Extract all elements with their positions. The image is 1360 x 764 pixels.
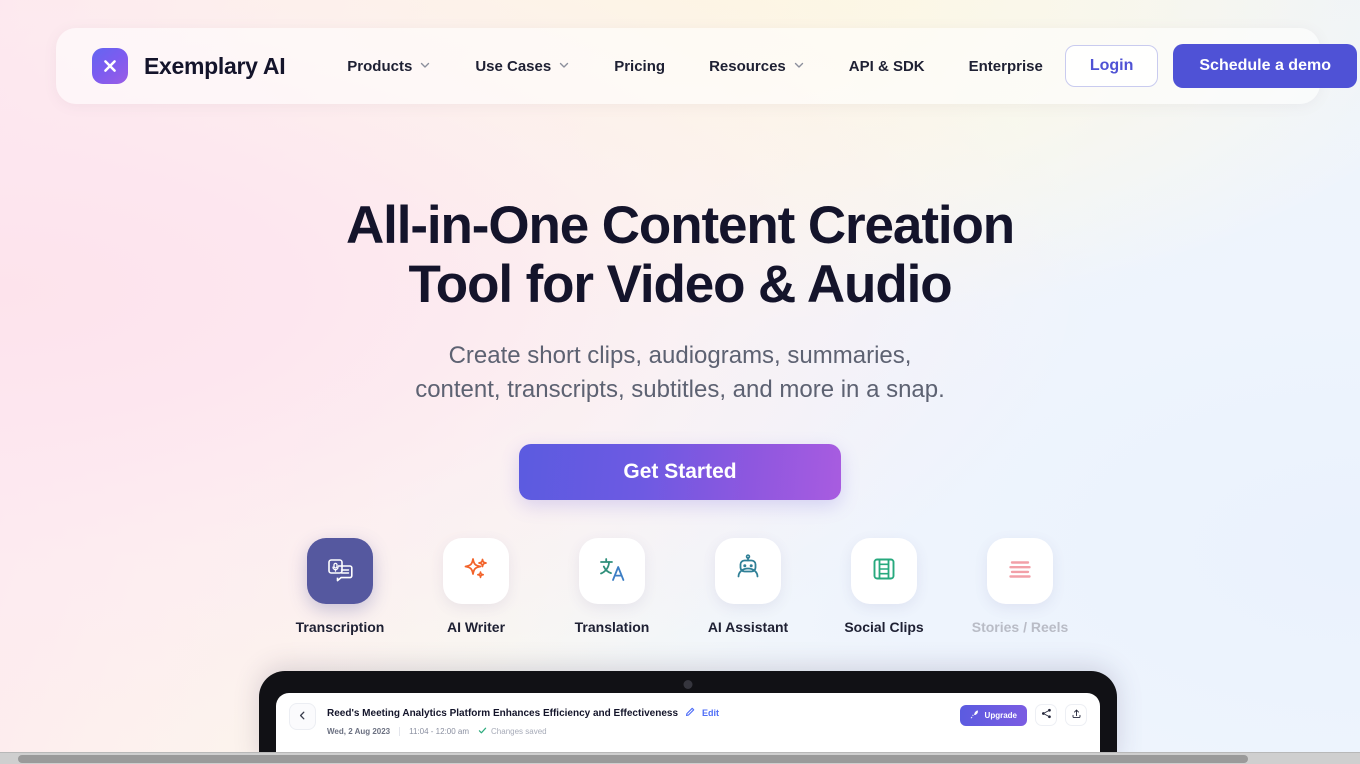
feature-item-stories-reels[interactable]: Stories / Reels [972,538,1068,635]
film-strip-icon [868,553,900,590]
document-title-row: Reed's Meeting Analytics Platform Enhanc… [327,704,949,722]
check-icon [478,726,487,737]
nav-item-label: API & SDK [848,57,925,75]
feature-label: Translation [574,619,650,635]
upload-button[interactable] [1065,704,1087,726]
nav-item-label: Resources [709,57,786,75]
share-icon [1041,706,1052,724]
feature-tile [307,538,373,604]
nav-item-products[interactable]: Products [325,58,453,75]
nav-actions: Login Schedule a demo [1064,44,1357,88]
hero-subtitle-line-2: content, transcripts, subtitles, and mor… [415,376,945,403]
chevron-down-icon [558,58,570,75]
nav-item-label: Enterprise [968,57,1043,75]
nav-item-enterprise[interactable]: Enterprise [947,58,1065,75]
feature-item-ai-writer[interactable]: AI Writer [442,538,510,635]
translate-icon [596,553,628,590]
document-subinfo: Wed, 2 Aug 2023 11:04 - 12:00 am Changes… [327,726,949,737]
nav-item-resources[interactable]: Resources [687,58,827,75]
divider [399,727,401,736]
hero-subtitle: Create short clips, audiograms, summarie… [0,339,1360,407]
hero-subtitle-line-1: Create short clips, audiograms, summarie… [448,342,912,369]
feature-tile [579,538,645,604]
landing-page: Exemplary AI Products Use Cases Pricing … [0,0,1360,764]
horizontal-scrollbar[interactable] [0,752,1360,764]
document-meta: Reed's Meeting Analytics Platform Enhanc… [327,703,949,737]
feature-item-transcription[interactable]: Transcription [296,538,384,635]
back-button[interactable] [289,703,316,730]
feature-tile [851,538,917,604]
chevron-down-icon [793,58,805,75]
get-started-button[interactable]: Get Started [519,444,841,500]
nav-item-label: Pricing [614,57,666,75]
feature-label: Transcription [295,619,385,635]
document-date: Wed, 2 Aug 2023 [327,727,391,736]
chevron-down-icon [419,58,431,75]
transcription-icon [324,553,356,590]
save-status-label: Changes saved [491,727,547,736]
nav-item-pricing[interactable]: Pricing [592,58,687,75]
document-title: Reed's Meeting Analytics Platform Enhanc… [327,707,679,719]
feature-item-translation[interactable]: Translation [575,538,649,635]
robot-icon [732,553,764,590]
page-title: All-in-One Content Creation Tool for Vid… [0,196,1360,314]
document-time-range: 11:04 - 12:00 am [409,727,470,736]
pencil-icon [685,704,695,722]
nav-item-label: Products [347,57,413,75]
x-logo-icon [92,48,128,84]
webcam-dot-icon [683,680,693,689]
feature-tile [715,538,781,604]
document-header: Reed's Meeting Analytics Platform Enhanc… [276,693,1100,737]
top-navigation-bar: Exemplary AI Products Use Cases Pricing … [56,28,1357,104]
feature-label: AI Assistant [707,619,789,635]
chevron-left-icon [297,708,308,726]
rocket-icon [970,709,980,721]
upgrade-button[interactable]: Upgrade [959,704,1027,726]
page-title-line-1: All-in-One Content Creation [345,196,1015,255]
feature-tile [987,538,1053,604]
page-title-line-2: Tool for Video & Audio [408,255,952,314]
feature-tile [443,538,509,604]
edit-link[interactable]: Edit [702,708,719,718]
login-button[interactable]: Login [1064,45,1159,87]
feature-item-social-clips[interactable]: Social Clips [844,538,924,635]
hero-section: All-in-One Content Creation Tool for Vid… [0,196,1360,500]
document-actions: Upgrade [959,703,1087,726]
scrollbar-thumb[interactable] [18,755,1248,763]
feature-label: Stories / Reels [971,619,1069,635]
feature-label: AI Writer [446,619,506,635]
cta-container: Get Started [0,444,1360,500]
nav-item-use-cases[interactable]: Use Cases [453,58,592,75]
brand-name: Exemplary AI [144,52,286,79]
feature-label: Social Clips [844,619,924,635]
stories-lines-icon [1004,553,1036,590]
share-button[interactable] [1035,704,1057,726]
brand-logo[interactable]: Exemplary AI [92,48,286,84]
sparkles-icon [460,553,492,590]
upload-icon [1071,706,1082,724]
save-status: Changes saved [478,726,547,737]
nav-links: Products Use Cases Pricing Resources API… [325,58,1065,75]
schedule-demo-button[interactable]: Schedule a demo [1173,44,1357,88]
feature-item-ai-assistant[interactable]: AI Assistant [708,538,788,635]
nav-item-label: Use Cases [475,57,552,75]
upgrade-label: Upgrade [984,710,1017,720]
nav-item-api-sdk[interactable]: API & SDK [827,58,947,75]
app-preview-device: Reed's Meeting Analytics Platform Enhanc… [259,671,1117,764]
feature-shortcuts: Transcription AI Writer Translation AI A… [0,538,1360,635]
